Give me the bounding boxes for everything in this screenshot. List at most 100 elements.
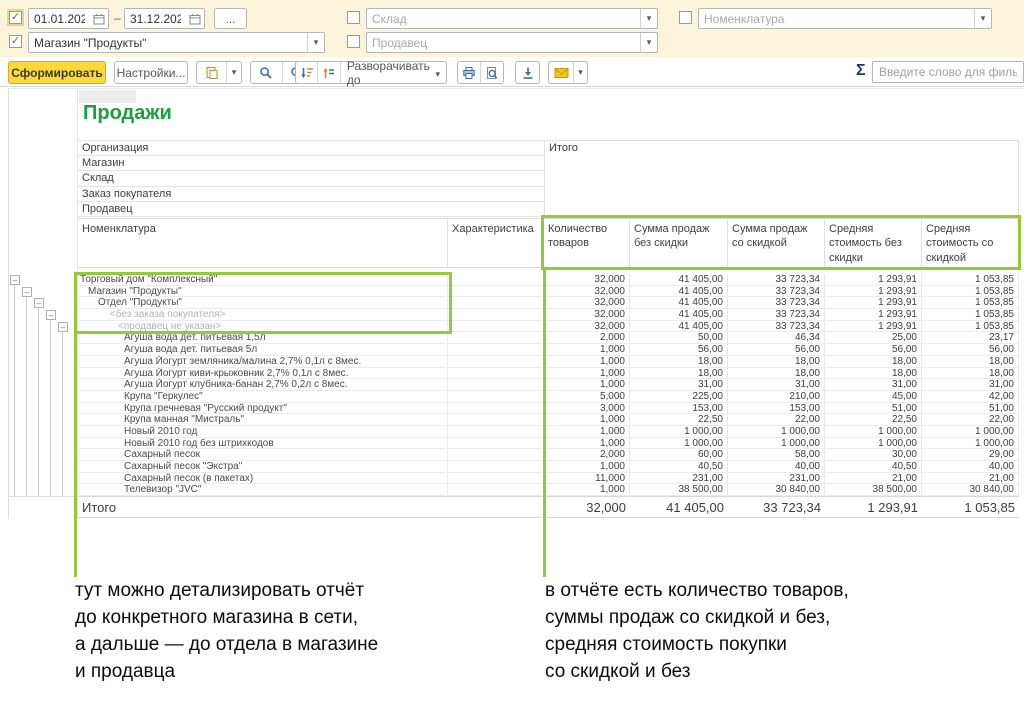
store-checkbox[interactable] [9, 35, 22, 48]
nomenclature-field[interactable] [698, 8, 992, 29]
report-meta-row: Заказ покупателя [78, 187, 544, 202]
clipboard-icon[interactable] [197, 62, 227, 83]
row-label[interactable]: Телевизор "JVC" [78, 484, 448, 495]
chevron-down-icon[interactable] [974, 9, 991, 28]
row-value: 22,50 [825, 414, 922, 425]
nomenclature-checkbox[interactable] [679, 11, 692, 24]
chevron-down-icon [435, 66, 440, 80]
row-value: 1 000,00 [825, 438, 922, 449]
row-label[interactable]: Агуша Йогурт киви-крыжовник 2,7% 0,1л с … [78, 368, 448, 379]
row-label[interactable]: Сахарный песок (в пакетах) [78, 473, 448, 484]
row-value: 21,00 [922, 473, 1019, 484]
row-label[interactable]: <без заказа покупателя> [78, 309, 448, 320]
warehouse-field[interactable] [366, 8, 658, 29]
sort-ascending-icon[interactable] [318, 62, 340, 83]
calendar-icon[interactable] [186, 9, 204, 28]
row-value: 18,00 [630, 356, 728, 367]
row-label[interactable]: Новый 2010 год без штрихкодов [78, 438, 448, 449]
warehouse-input[interactable] [367, 9, 640, 28]
row-characteristic-cell [448, 309, 544, 320]
column-header-nomenclature[interactable]: Номенклатура [78, 219, 448, 267]
column-header[interactable]: Сумма продаж без скидки [630, 219, 728, 267]
tree-collapse-button[interactable] [22, 287, 32, 297]
store-field[interactable] [28, 32, 325, 53]
annotation-line-text: и продавца [75, 658, 378, 685]
row-value: 41 405,00 [630, 286, 728, 297]
date-from-field[interactable] [28, 8, 109, 29]
tree-collapse-button[interactable] [10, 275, 20, 285]
column-header[interactable]: Сумма продаж со скидкой [728, 219, 825, 267]
row-value: 1,000 [544, 414, 630, 425]
print-preview-icon[interactable] [481, 62, 503, 83]
total-label: Итого [78, 500, 544, 515]
nomenclature-input[interactable] [699, 9, 974, 28]
chevron-down-icon[interactable] [227, 62, 241, 83]
tree-bottom-border [9, 496, 78, 497]
seller-input[interactable] [367, 33, 640, 52]
generate-button[interactable]: Сформировать [8, 61, 106, 84]
zoom-in-icon[interactable] [251, 62, 283, 83]
chevron-down-icon[interactable] [574, 62, 587, 83]
date-to-field[interactable] [124, 8, 205, 29]
period-more-button[interactable]: ... [214, 8, 247, 29]
printer-icon[interactable] [458, 62, 481, 83]
quick-filter-input[interactable] [873, 62, 1023, 82]
row-label[interactable]: Новый 2010 год [78, 426, 448, 437]
row-value: 33 723,34 [728, 286, 825, 297]
row-value: 18,00 [922, 368, 1019, 379]
row-value: 25,00 [825, 332, 922, 343]
warehouse-checkbox[interactable] [347, 11, 360, 24]
chevron-down-icon[interactable] [640, 9, 657, 28]
column-header[interactable]: Количество товаров [544, 219, 630, 267]
column-header[interactable]: Средняя стоимость со скидкой [922, 219, 1019, 267]
tree-collapse-button[interactable] [34, 298, 44, 308]
row-label[interactable]: Сахарный песок "Экстра" [78, 461, 448, 472]
row-value: 1 053,85 [922, 321, 1019, 332]
row-label[interactable]: Агуша вода дет. питьевая 5л [78, 344, 448, 355]
period-checkbox[interactable] [9, 11, 22, 24]
row-label[interactable]: Магазин "Продукты" [78, 286, 448, 297]
calendar-icon[interactable] [90, 9, 108, 28]
row-label[interactable]: Крупа манная "Мистраль" [78, 414, 448, 425]
seller-checkbox[interactable] [347, 35, 360, 48]
row-value: 11,000 [544, 473, 630, 484]
total-value: 1 053,85 [922, 500, 1019, 515]
sort-descending-icon[interactable] [296, 62, 318, 83]
row-characteristic-cell [448, 414, 544, 425]
row-label[interactable]: Крупа гречневая "Русский продукт" [78, 403, 448, 414]
chevron-down-icon[interactable] [307, 33, 324, 52]
tree-collapse-button[interactable] [58, 322, 68, 332]
row-label[interactable]: Агуша вода дет. питьевая 1,5л [78, 332, 448, 343]
column-header[interactable]: Средняя стоимость без скидки [825, 219, 922, 267]
row-value: 40,50 [630, 461, 728, 472]
column-header-characteristic[interactable]: Характеристика [448, 219, 544, 267]
filter-panel: – ... [0, 0, 1024, 57]
quick-filter-field[interactable] [872, 61, 1024, 83]
row-label[interactable]: Агуша Йогурт земляника/малина 2,7% 0,1л … [78, 356, 448, 367]
row-characteristic-cell [448, 297, 544, 308]
tree-branch-line [62, 332, 63, 496]
seller-field[interactable] [366, 32, 658, 53]
tree-branch-line [14, 285, 15, 496]
row-label[interactable]: Торговый дом "Комплексный" [78, 274, 448, 285]
row-value: 33 723,34 [728, 309, 825, 320]
store-input[interactable] [29, 33, 307, 52]
row-label[interactable]: Сахарный песок [78, 449, 448, 460]
report-meta-row: Организация [78, 141, 544, 156]
row-value: 33 723,34 [728, 297, 825, 308]
date-from-input[interactable] [29, 9, 90, 28]
date-to-input[interactable] [125, 9, 186, 28]
table-row: Отдел "Продукты"32,00041 405,0033 723,34… [78, 297, 1019, 309]
row-label[interactable]: Отдел "Продукты" [78, 297, 448, 308]
table-row: <без заказа покупателя>32,00041 405,0033… [78, 309, 1019, 321]
chevron-down-icon[interactable] [640, 33, 657, 52]
tree-collapse-button[interactable] [46, 310, 56, 320]
save-file-button[interactable] [515, 61, 540, 84]
row-label[interactable]: Агуша Йогурт клубника-банан 2,7% 0,2л с … [78, 379, 448, 390]
row-label[interactable]: Крупа "Геркулес" [78, 391, 448, 402]
expand-to-button[interactable]: Разворачивать до [341, 62, 446, 83]
row-label[interactable]: <продавец не указан> [78, 321, 448, 332]
envelope-icon[interactable] [549, 62, 574, 83]
settings-button[interactable]: Настройки... [114, 61, 188, 84]
table-row: <продавец не указан>32,00041 405,0033 72… [78, 321, 1019, 333]
